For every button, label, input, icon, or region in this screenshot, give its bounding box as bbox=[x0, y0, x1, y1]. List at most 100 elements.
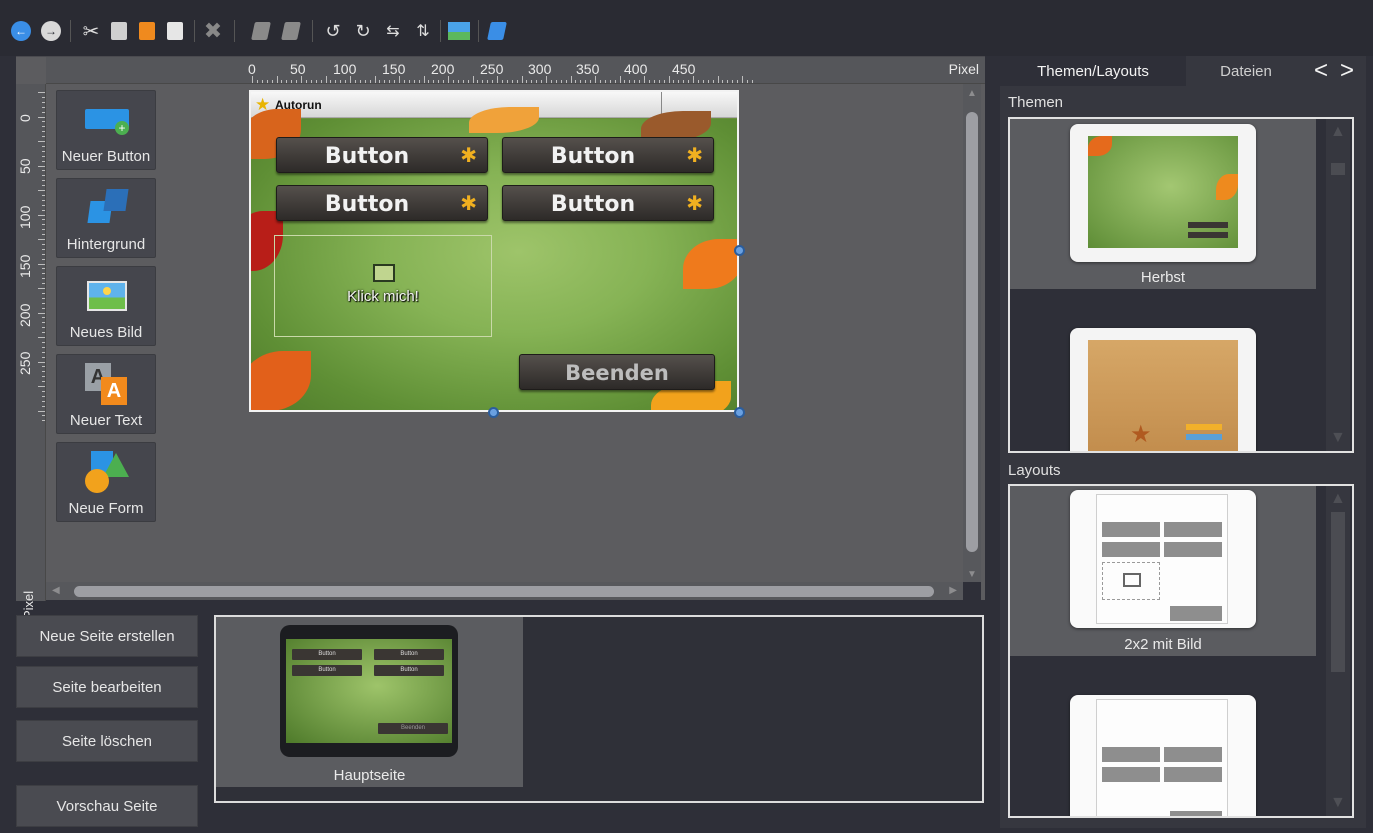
create-page-button[interactable]: Neue Seite erstellen bbox=[16, 615, 198, 657]
horizontal-scrollbar[interactable]: ◀ ▶ bbox=[46, 582, 963, 600]
cut-icon[interactable]: ✂ bbox=[80, 20, 102, 43]
tab-next-icon[interactable]: > bbox=[1334, 56, 1360, 86]
layout-block bbox=[1164, 747, 1222, 762]
copy-icon[interactable] bbox=[164, 20, 186, 42]
send-back-icon[interactable] bbox=[280, 20, 302, 42]
ruler-tick bbox=[42, 243, 45, 245]
document-background[interactable]: Button ✱ Button ✱ Button ✱ Button ✱ Klic… bbox=[251, 107, 737, 410]
scroll-left-icon[interactable]: ◀ bbox=[52, 585, 60, 596]
ruler-tick bbox=[492, 80, 494, 83]
doc-button-2[interactable]: Button ✱ bbox=[502, 137, 714, 173]
tab-prev-icon[interactable]: < bbox=[1308, 56, 1334, 86]
layouts-label: Layouts bbox=[1008, 462, 1061, 479]
doc-button-3[interactable]: Button ✱ bbox=[276, 185, 488, 221]
back-icon[interactable]: ← bbox=[10, 20, 32, 42]
flip-vertical-icon[interactable]: ⇅ bbox=[412, 20, 434, 42]
ruler-tick bbox=[472, 76, 474, 83]
vertical-scrollbar[interactable]: ▲ ▼ bbox=[963, 84, 981, 584]
horizontal-scroll-thumb[interactable] bbox=[74, 586, 934, 597]
ruler-tick bbox=[42, 341, 45, 343]
exit-button[interactable]: Beenden bbox=[519, 354, 715, 390]
ruler-tick bbox=[408, 80, 410, 83]
leaf-decoration bbox=[683, 239, 737, 289]
resize-handle-right[interactable] bbox=[734, 245, 745, 256]
edit-page-button[interactable]: Seite bearbeiten bbox=[16, 666, 198, 708]
tab-files[interactable]: Dateien bbox=[1186, 56, 1306, 86]
layouts-scrollbar[interactable]: ▲ ▼ bbox=[1326, 486, 1350, 816]
ruler-tick bbox=[42, 317, 45, 319]
rotate-left-icon[interactable]: ↺ bbox=[322, 20, 344, 42]
bring-front-icon[interactable] bbox=[250, 20, 272, 42]
background-icon[interactable] bbox=[486, 20, 508, 42]
new-button-tool[interactable]: + Neuer Button bbox=[56, 90, 156, 170]
ruler-tick bbox=[42, 253, 45, 255]
page-item[interactable]: Button Button Button Button Beenden Haup… bbox=[216, 617, 523, 787]
design-canvas[interactable]: 0 50 100 150 200 250 300 350 400 450 Pix… bbox=[16, 56, 985, 619]
ruler-tick bbox=[648, 80, 650, 83]
ruler-tick bbox=[487, 80, 489, 83]
delete-icon[interactable]: ✖ bbox=[202, 18, 224, 43]
scroll-down-icon[interactable]: ▼ bbox=[967, 569, 977, 580]
ruler-tick bbox=[325, 76, 327, 83]
ruler-tick bbox=[42, 96, 45, 98]
rotate-right-icon[interactable]: ↻ bbox=[352, 20, 374, 42]
ruler-tick bbox=[266, 80, 268, 83]
image-placeholder-icon bbox=[373, 264, 395, 282]
ruler-tick bbox=[403, 80, 405, 83]
ruler-tick bbox=[42, 101, 45, 103]
paste-special-icon[interactable] bbox=[136, 20, 158, 42]
tab-themes-layouts[interactable]: Themen/Layouts bbox=[1000, 56, 1186, 86]
page-thumbnail-button: Button bbox=[292, 649, 362, 660]
new-text-tool[interactable]: A A Neuer Text bbox=[56, 354, 156, 434]
new-shape-tool[interactable]: Neue Form bbox=[56, 442, 156, 522]
themes-scrollbar[interactable]: ▲ ▼ bbox=[1326, 119, 1350, 451]
ruler-tick bbox=[394, 80, 396, 83]
themes-list[interactable]: Herbst ★ ▲ ▼ bbox=[1008, 117, 1354, 453]
theme-item-beach[interactable]: ★ bbox=[1010, 324, 1316, 451]
image-placeholder[interactable]: Klick mich! bbox=[274, 235, 492, 337]
doc-button-4[interactable]: Button ✱ bbox=[502, 185, 714, 221]
toolbar: ← → ✂ ✖ ↺ ↻ ⇆ ⇅ bbox=[0, 0, 1373, 56]
delete-page-button[interactable]: Seite löschen bbox=[16, 720, 198, 762]
image-icon[interactable] bbox=[448, 20, 470, 42]
scroll-up-icon[interactable]: ▲ bbox=[967, 88, 977, 99]
ruler-tick bbox=[702, 80, 704, 83]
doc-button-1[interactable]: Button ✱ bbox=[276, 137, 488, 173]
layouts-list[interactable]: 2x2 mit Bild ▲ ▼ bbox=[1008, 484, 1354, 818]
ruler-tick bbox=[42, 381, 45, 383]
paste-icon[interactable] bbox=[108, 20, 130, 42]
ruler-tick bbox=[717, 76, 719, 83]
toolbar-separator bbox=[70, 20, 71, 42]
layout-item-2x2[interactable] bbox=[1010, 691, 1316, 816]
scroll-down-icon[interactable]: ▼ bbox=[1330, 429, 1346, 447]
autorun-document[interactable]: ★ Autorun Button ✱ Button ✱ Button ✱ But… bbox=[249, 90, 739, 412]
scroll-up-icon[interactable]: ▲ bbox=[1330, 490, 1346, 508]
resize-handle-bottom[interactable] bbox=[488, 407, 499, 418]
scroll-right-icon[interactable]: ▶ bbox=[949, 585, 957, 596]
layout-item-2x2-image[interactable]: 2x2 mit Bild bbox=[1010, 486, 1316, 656]
new-image-tool[interactable]: Neues Bild bbox=[56, 266, 156, 346]
theme-thumbnail-button bbox=[1188, 222, 1228, 228]
toolbar-separator bbox=[234, 20, 235, 42]
ruler-tick bbox=[629, 80, 631, 83]
ruler-tick bbox=[340, 80, 342, 83]
scroll-up-icon[interactable]: ▲ bbox=[1330, 123, 1346, 141]
theme-name: Herbst bbox=[1140, 269, 1186, 286]
maple-leaf-icon: ✱ bbox=[460, 145, 477, 167]
ruler-label: 0 bbox=[17, 114, 33, 122]
resize-handle-corner[interactable] bbox=[734, 407, 745, 418]
forward-icon[interactable]: → bbox=[40, 20, 62, 42]
flip-horizontal-icon[interactable]: ⇆ bbox=[382, 20, 404, 42]
ruler-tick bbox=[462, 80, 464, 83]
preview-page-button[interactable]: Vorschau Seite bbox=[16, 785, 198, 827]
ruler-tick bbox=[413, 80, 415, 83]
vertical-scroll-thumb[interactable] bbox=[966, 112, 978, 552]
themes-scroll-thumb[interactable] bbox=[1331, 163, 1345, 175]
layout-block bbox=[1170, 811, 1222, 816]
ruler-tick bbox=[38, 361, 45, 363]
scroll-down-icon[interactable]: ▼ bbox=[1330, 794, 1346, 812]
ruler-tick bbox=[38, 312, 45, 314]
background-tool[interactable]: Hintergrund bbox=[56, 178, 156, 258]
theme-item-herbst[interactable]: Herbst bbox=[1010, 119, 1316, 289]
layouts-scroll-thumb[interactable] bbox=[1331, 512, 1345, 672]
